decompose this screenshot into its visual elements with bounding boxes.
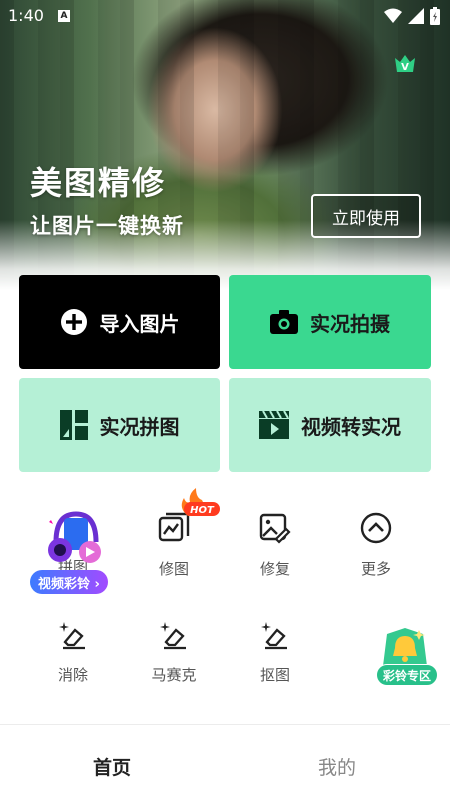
tool-retouch-label: 修图: [158, 560, 189, 578]
import-image-label: 导入图片: [99, 311, 180, 336]
hero-subtitle: 让图片一键换新: [30, 214, 184, 238]
status-bar: 1:40 A: [0, 0, 450, 32]
status-time: 1:40: [8, 6, 44, 25]
ringtone-zone-promo[interactable]: 彩铃专区: [372, 628, 439, 688]
signal-icon: [408, 8, 424, 24]
notification-icon: A: [58, 10, 70, 22]
chevron-up-circle-icon: [360, 512, 392, 544]
use-now-button[interactable]: 立即使用: [311, 194, 421, 238]
import-image-button[interactable]: 导入图片: [19, 275, 220, 369]
eraser-sparkle-icon: [59, 622, 85, 650]
tool-erase-label: 消除: [57, 666, 88, 684]
tool-repair-label: 修复: [259, 560, 290, 578]
video-ringtone-promo[interactable]: 视频彩铃 ›: [28, 506, 118, 594]
hot-flame-badge: HOT: [181, 488, 220, 516]
tool-more[interactable]: 更多: [336, 512, 416, 579]
eraser-sparkle-icon: [261, 622, 287, 650]
video-to-live-label: 视频转实况: [301, 414, 401, 439]
battery-icon: [430, 7, 440, 25]
camera-icon: [270, 309, 298, 335]
ringtone-zone-label: 彩铃专区: [376, 664, 439, 686]
vip-badge-letter: V: [401, 62, 409, 73]
video-to-live-button[interactable]: 视频转实况: [229, 378, 431, 472]
live-collage-label: 实况拼图: [99, 414, 180, 439]
live-shoot-label: 实况拍摄: [310, 311, 390, 336]
plus-circle-icon: [60, 308, 88, 336]
headphones-icon: [48, 511, 101, 563]
hero-banner[interactable]: [0, 0, 450, 290]
tool-repair[interactable]: 修复: [235, 512, 315, 579]
tool-cutout[interactable]: 抠图: [235, 618, 315, 685]
video-play-icon: [259, 411, 289, 439]
live-collage-button[interactable]: 实况拼图: [19, 378, 220, 472]
tool-mosaic-label: 马赛克: [151, 666, 197, 684]
collage-layout-icon: [59, 410, 88, 440]
bottom-nav: 首页 我的: [0, 724, 450, 800]
bell-icon: [383, 628, 427, 666]
tool-cutout-label: 抠图: [259, 666, 290, 684]
tool-mosaic[interactable]: 马赛克: [134, 618, 214, 685]
vip-crown-icon[interactable]: V: [393, 52, 417, 74]
live-shoot-button[interactable]: 实况拍摄: [229, 275, 431, 369]
video-ringtone-label: 视频彩铃 ›: [30, 570, 108, 594]
nav-home-tab[interactable]: 首页: [93, 753, 131, 780]
status-icons: [384, 7, 440, 25]
wifi-icon: [384, 8, 402, 23]
nav-mine-tab[interactable]: 我的: [318, 753, 356, 780]
hot-badge-text: HOT: [190, 505, 215, 516]
repair-image-icon: [259, 513, 291, 544]
eraser-sparkle-icon: [160, 622, 186, 650]
tool-more-label: 更多: [360, 560, 391, 578]
tool-erase[interactable]: 消除: [33, 618, 113, 685]
tool-retouch[interactable]: 修图: [134, 512, 214, 579]
hero-title: 美图精修: [30, 164, 167, 202]
